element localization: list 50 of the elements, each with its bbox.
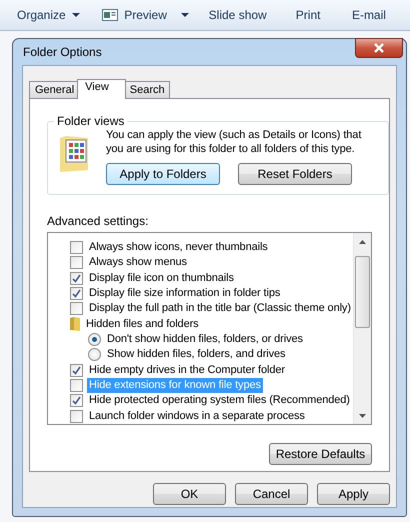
setting-item[interactable]: Display file icon on thumbnails (87, 270, 236, 286)
scroll-down-icon[interactable] (359, 414, 366, 418)
description-text: You can apply the view (such as Details or Icons) that you are using for this folder to all folders of this type. (106, 128, 362, 156)
checkbox[interactable] (70, 241, 83, 254)
toolbar-button[interactable]: Slide show (208, 3, 296, 27)
folder-icon (60, 136, 90, 172)
setting-item[interactable]: Display the full path in the title bar (Classic theme only) (87, 301, 353, 316)
checkbox[interactable] (70, 410, 83, 423)
dialog-button[interactable]: Apply (317, 483, 390, 505)
window-title: Folder Options (23, 45, 102, 59)
group-title: Folder views (56, 114, 126, 128)
checkbox[interactable] (70, 379, 83, 392)
checkbox[interactable] (70, 302, 83, 316)
checkbox[interactable] (70, 364, 83, 377)
caret-icon (180, 13, 189, 17)
dialog-button[interactable]: Reset Folders (238, 163, 352, 185)
radio-button[interactable] (88, 333, 101, 346)
checkbox[interactable] (70, 287, 83, 300)
dialog-button[interactable]: Cancel (235, 483, 308, 505)
dialog-button[interactable]: Apply to Folders (106, 163, 220, 185)
setting-item[interactable]: Hidden files and folders (84, 316, 201, 332)
toolbar-button[interactable]: Organize (17, 3, 102, 27)
radio-button[interactable] (88, 348, 101, 362)
setting-item[interactable]: Always show icons, never thumbnails (87, 240, 270, 256)
toolbar-button[interactable]: Print (296, 3, 352, 27)
toolbar-button[interactable]: E-mail (352, 3, 410, 27)
setting-item[interactable]: Always show menus (87, 255, 189, 270)
setting-item[interactable]: Display file size information in folder tips (87, 286, 282, 302)
tab[interactable]: General (29, 81, 80, 98)
checkbox[interactable] (70, 272, 83, 285)
toolbar-button[interactable]: Preview (102, 3, 209, 27)
scroll-up-icon[interactable] (359, 240, 366, 244)
folder-icon (70, 317, 80, 332)
tab[interactable]: View (77, 79, 126, 99)
close-button[interactable] (355, 38, 403, 58)
caret-icon (72, 13, 80, 17)
setting-item[interactable]: Launch folder windows in a separate process (87, 408, 307, 424)
preview-icon (102, 9, 118, 21)
close-icon (373, 43, 385, 53)
setting-item[interactable]: Don't show hidden files, folders, or drives (105, 332, 305, 348)
setting-item[interactable]: Hide protected operating system files (Recommended) (87, 393, 352, 408)
checkbox[interactable] (70, 394, 83, 408)
section-label: Advanced settings: (47, 214, 150, 228)
setting-item[interactable]: Show hidden files, folders, and drives (105, 347, 288, 362)
checkbox[interactable] (70, 256, 83, 270)
dialog-button[interactable]: OK (153, 483, 226, 505)
tab[interactable]: Search (124, 81, 170, 98)
scrollbar[interactable] (353, 233, 371, 424)
setting-item[interactable]: Hide empty drives in the Computer folder (87, 362, 287, 378)
restore-defaults-button[interactable]: Restore Defaults (269, 443, 372, 465)
